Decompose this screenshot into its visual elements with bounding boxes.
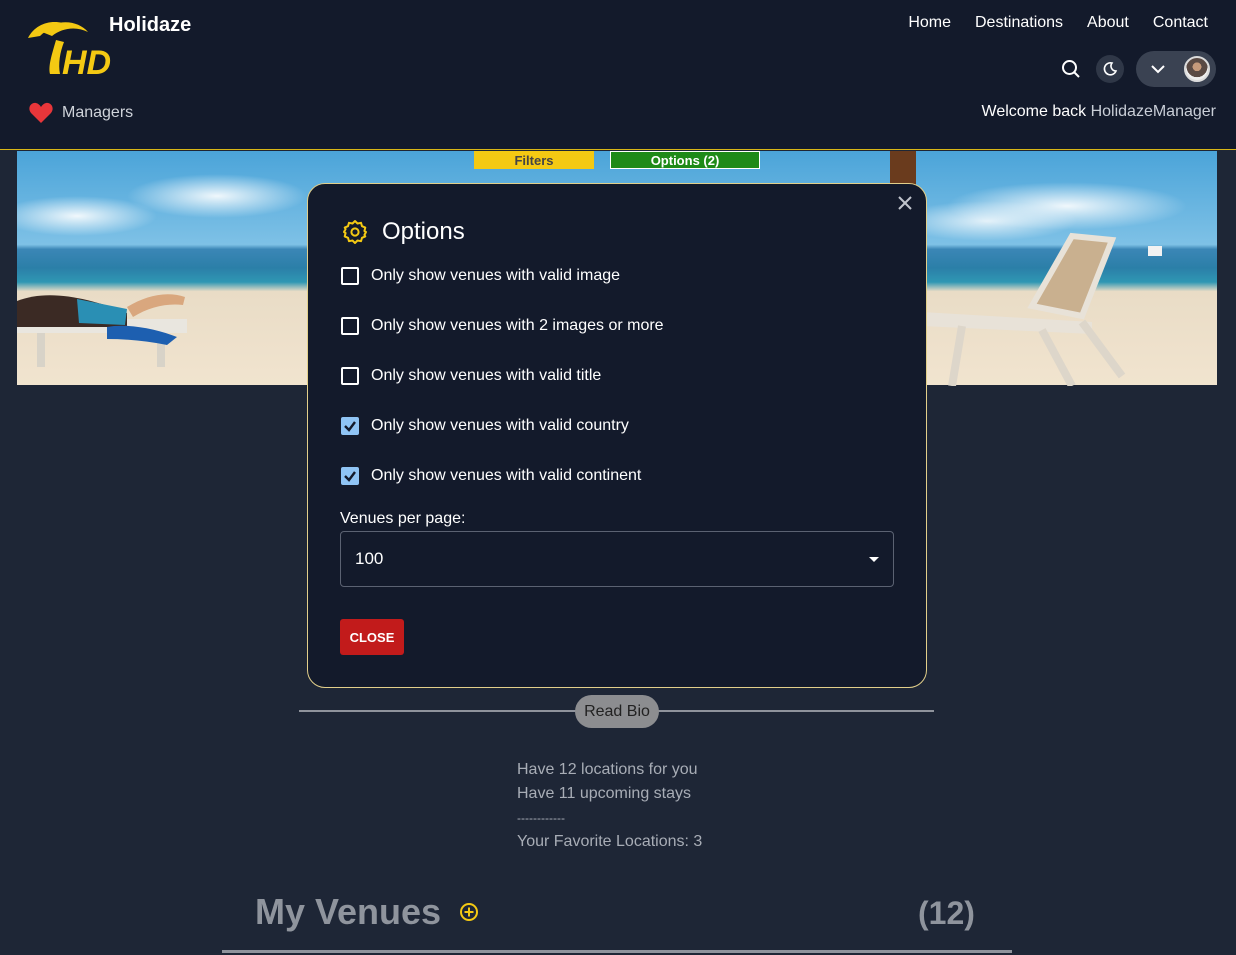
theme-toggle-button[interactable] xyxy=(1096,55,1124,83)
profile-stats: Have 12 locations for you Have 11 upcomi… xyxy=(517,758,702,854)
heart-icon xyxy=(29,102,53,123)
holidaze-logo[interactable]: HD xyxy=(22,16,112,80)
option-label: Only show venues with valid image xyxy=(371,267,621,284)
option-valid-title[interactable]: Only show venues with valid title xyxy=(341,367,601,385)
avatar xyxy=(1184,56,1210,82)
moon-icon xyxy=(1103,62,1118,76)
tab-options[interactable]: Options (2) xyxy=(610,151,760,169)
option-valid-continent[interactable]: Only show venues with valid continent xyxy=(341,467,641,485)
checkbox-valid-image[interactable] xyxy=(341,267,359,285)
welcome-message: Welcome back HolidazeManager xyxy=(982,103,1217,121)
gear-icon xyxy=(343,220,367,244)
close-button[interactable]: CLOSE xyxy=(340,619,404,655)
option-label: Only show venues with valid title xyxy=(371,367,602,384)
my-venues-heading: My Venues xyxy=(255,891,479,933)
upcoming-stays: Have 11 upcoming stays xyxy=(517,785,692,802)
managers-link[interactable]: Managers xyxy=(28,102,133,124)
chevron-down-icon xyxy=(1151,65,1165,74)
checkmark-icon xyxy=(344,421,356,432)
header-tools xyxy=(1058,51,1216,87)
brand-name[interactable]: Holidaze xyxy=(109,14,191,37)
venues-count: (12) xyxy=(918,895,975,931)
beach-chair-left xyxy=(17,294,187,367)
nav-about[interactable]: About xyxy=(1087,14,1129,32)
welcome-prefix: Welcome back xyxy=(981,103,1087,120)
close-icon[interactable] xyxy=(896,194,914,212)
managers-label: Managers xyxy=(62,104,134,121)
dialog-title-text: Options xyxy=(382,218,465,245)
options-dialog: Options Only show venues with valid imag… xyxy=(307,183,927,688)
beach-chair-right xyxy=(922,232,1162,386)
stats-separator: ------------ xyxy=(517,811,565,825)
locations-count: Have 12 locations for you xyxy=(517,761,698,778)
checkbox-valid-continent[interactable] xyxy=(341,467,359,485)
main-nav: Home Destinations About Contact xyxy=(908,14,1208,32)
option-label: Only show venues with valid country xyxy=(371,417,629,434)
venues-per-page-label: Venues per page: xyxy=(340,510,466,527)
add-circle-icon[interactable] xyxy=(459,902,479,922)
svg-text:HD: HD xyxy=(62,44,111,80)
nav-destinations[interactable]: Destinations xyxy=(975,14,1063,32)
read-bio-button[interactable]: Read Bio xyxy=(575,695,659,728)
select-value: 100 xyxy=(355,549,384,568)
tab-filters[interactable]: Filters xyxy=(474,151,594,169)
venues-divider xyxy=(222,950,1012,953)
checkbox-two-images[interactable] xyxy=(341,317,359,335)
my-venues-title: My Venues xyxy=(255,891,442,932)
search-icon xyxy=(1062,60,1080,78)
venues-per-page-select[interactable]: 100 xyxy=(340,531,894,587)
nav-contact[interactable]: Contact xyxy=(1153,14,1208,32)
option-valid-image[interactable]: Only show venues with valid image xyxy=(341,267,620,285)
umbrella-pole xyxy=(890,151,916,185)
dialog-title: Options xyxy=(342,218,465,246)
favorite-locations: Your Favorite Locations: 3 xyxy=(517,833,703,850)
checkmark-icon xyxy=(344,471,356,482)
search-button[interactable] xyxy=(1058,56,1084,82)
checkbox-valid-title[interactable] xyxy=(341,367,359,385)
option-valid-country[interactable]: Only show venues with valid country xyxy=(341,417,629,435)
option-label: Only show venues with 2 images or more xyxy=(371,317,664,334)
dropdown-caret-icon xyxy=(869,556,879,562)
nav-home[interactable]: Home xyxy=(908,14,951,32)
site-header: HD Holidaze Home Destinations About Cont… xyxy=(0,0,1236,150)
option-label: Only show venues with valid continent xyxy=(371,467,642,484)
option-two-images[interactable]: Only show venues with 2 images or more xyxy=(341,317,664,335)
user-menu-button[interactable] xyxy=(1136,51,1216,87)
checkbox-valid-country[interactable] xyxy=(341,417,359,435)
username: HolidazeManager xyxy=(1090,103,1216,120)
